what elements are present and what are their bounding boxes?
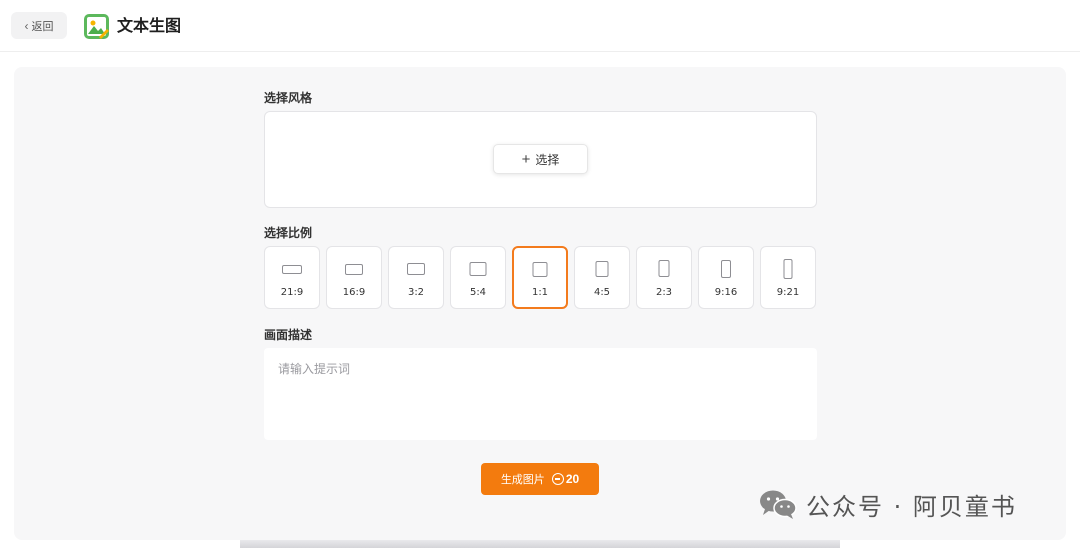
ratio-shape-icon xyxy=(532,262,548,277)
ratio-option-9-16[interactable]: 9:16 xyxy=(698,246,754,309)
plus-icon: + xyxy=(521,150,531,168)
ratio-shape-icon xyxy=(282,265,302,274)
image-generator-logo-icon xyxy=(84,14,109,39)
ratio-option-3-2[interactable]: 3:2 xyxy=(388,246,444,309)
back-button-label: 返回 xyxy=(31,20,54,33)
generate-cost: 20 xyxy=(551,472,580,486)
ratio-option-4-5[interactable]: 4:5 xyxy=(574,246,630,309)
ratio-label: 3:2 xyxy=(407,287,425,298)
select-style-label: 选择 xyxy=(535,152,560,167)
bottom-edge xyxy=(240,540,840,548)
select-style-button[interactable]: + 选择 xyxy=(493,144,588,174)
back-button[interactable]: ‹ 返回 xyxy=(11,12,67,39)
style-section-label: 选择风格 xyxy=(264,91,313,105)
ratio-label: 9:21 xyxy=(776,287,800,298)
top-bar: ‹ 返回 文本生图 xyxy=(0,0,1080,52)
ratio-option-9-21[interactable]: 9:21 xyxy=(760,246,816,309)
ratio-label: 2:3 xyxy=(655,287,673,298)
ratio-options: 21:9 16:9 3:2 5:4 1:1 4:5 2:3 9:16 9:21 xyxy=(264,246,817,309)
ratio-label: 21:9 xyxy=(280,287,304,298)
ratio-label: 16:9 xyxy=(342,287,366,298)
ratio-shape-icon xyxy=(721,260,731,278)
ratio-shape-icon xyxy=(595,261,609,277)
coin-icon xyxy=(551,473,564,485)
ratio-option-21-9[interactable]: 21:9 xyxy=(264,246,320,309)
generate-cost-value: 20 xyxy=(565,472,580,486)
ratio-option-16-9[interactable]: 16:9 xyxy=(326,246,382,309)
description-section-label: 画面描述 xyxy=(264,328,313,342)
ratio-section-label: 选择比例 xyxy=(264,226,313,240)
page-title: 文本生图 xyxy=(117,16,182,35)
chevron-left-icon: ‹ xyxy=(24,18,29,33)
ratio-option-2-3[interactable]: 2:3 xyxy=(636,246,692,309)
ratio-option-1-1[interactable]: 1:1 xyxy=(512,246,568,309)
ratio-label: 1:1 xyxy=(531,287,549,298)
wechat-icon xyxy=(760,490,797,519)
prompt-input[interactable] xyxy=(264,348,817,440)
watermark-text: 公众号 · 阿贝童书 xyxy=(806,492,1017,521)
ratio-shape-icon xyxy=(469,262,487,276)
ratio-shape-icon xyxy=(345,264,363,275)
ratio-option-5-4[interactable]: 5:4 xyxy=(450,246,506,309)
generate-image-button[interactable]: 生成图片 20 xyxy=(481,463,599,495)
generate-button-label: 生成图片 xyxy=(500,474,545,486)
ratio-shape-icon xyxy=(407,263,425,275)
ratio-shape-icon xyxy=(658,260,670,277)
ratio-label: 5:4 xyxy=(469,287,487,298)
ratio-shape-icon xyxy=(783,259,793,279)
ratio-label: 9:16 xyxy=(714,287,738,298)
watermark: 公众号 · 阿贝童书 xyxy=(758,486,1017,522)
ratio-label: 4:5 xyxy=(593,287,611,298)
